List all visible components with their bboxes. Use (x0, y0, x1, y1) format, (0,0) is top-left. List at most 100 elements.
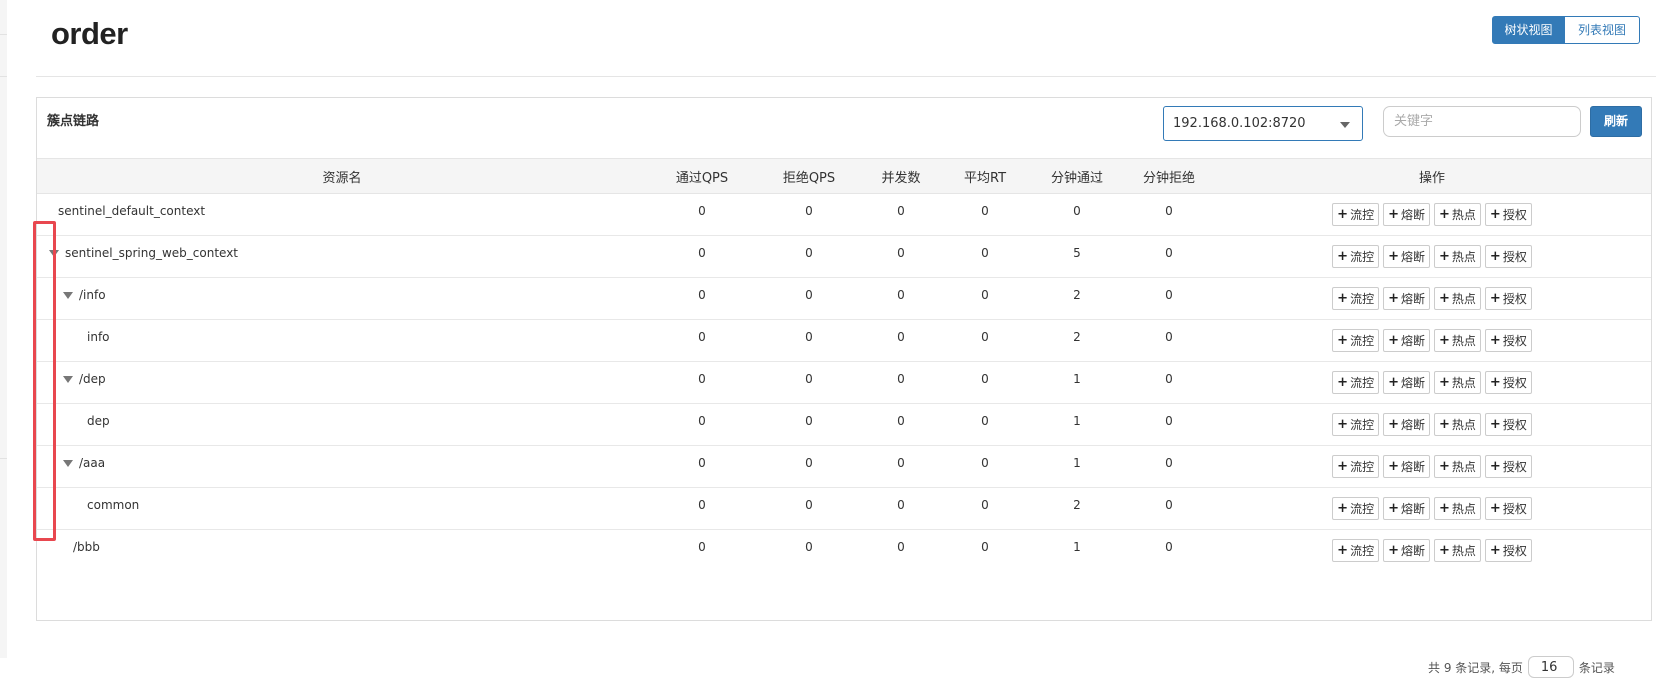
plus-icon: + (1489, 417, 1501, 432)
hot-param-button[interactable]: + 热点 (1434, 539, 1481, 562)
avg-rt-cell: 0 (981, 288, 989, 302)
hot-param-button[interactable]: + 热点 (1434, 245, 1481, 268)
resource-name-cell: /aaa (37, 446, 647, 487)
actions-cell: + 流控 + 熔断 + 热点 + 授权 (1213, 194, 1651, 235)
block-qps-cell: 0 (805, 414, 813, 428)
minute-block-cell: 0 (1165, 456, 1173, 470)
flow-control-button[interactable]: + 流控 (1332, 329, 1380, 352)
authority-button[interactable]: + 授权 (1484, 287, 1532, 310)
column-header-avg-rt[interactable]: 平均RT (941, 159, 1029, 193)
actions-group: + 流控 + 熔断 + 热点 + 授权 (1332, 455, 1532, 478)
hot-param-button[interactable]: + 热点 (1434, 203, 1481, 226)
page-title: order (51, 16, 128, 51)
degrade-button[interactable]: + 熔断 (1383, 203, 1430, 226)
table-row: sentinel_spring_web_context 0 0 0 0 5 0 + 流控 + 熔断 +… (37, 236, 1651, 278)
list-view-button[interactable]: 列表视图 (1565, 16, 1640, 44)
flow-control-button[interactable]: + 流控 (1332, 287, 1380, 310)
threads-cell: 0 (897, 246, 905, 260)
minute-pass-cell: 2 (1073, 330, 1081, 344)
edge-divider (0, 458, 7, 459)
table-row: dep 0 0 0 0 1 0 + 流控 + 熔断 + 热点 + 授权 (37, 404, 1651, 446)
block-qps-cell: 0 (805, 372, 813, 386)
minute-pass-cell: 1 (1073, 456, 1081, 470)
authority-button[interactable]: + 授权 (1484, 371, 1532, 394)
plus-icon: + (1388, 291, 1399, 306)
flow-control-button[interactable]: + 流控 (1332, 497, 1380, 520)
refresh-button[interactable]: 刷新 (1590, 106, 1642, 137)
resource-name: /info (79, 288, 106, 302)
button-label: 热点 (1451, 376, 1476, 390)
authority-button[interactable]: + 授权 (1484, 203, 1532, 226)
column-header-block-qps[interactable]: 拒绝QPS (757, 159, 861, 193)
pass-qps-cell: 0 (698, 288, 706, 302)
plus-icon: + (1388, 207, 1399, 222)
degrade-button[interactable]: + 熔断 (1383, 539, 1430, 562)
plus-icon: + (1489, 375, 1501, 390)
threads-cell: 0 (897, 330, 905, 344)
resource-name-cell: sentinel_spring_web_context (37, 236, 647, 277)
column-header-pass-qps[interactable]: 通过QPS (647, 159, 757, 193)
actions-cell: + 流控 + 熔断 + 热点 + 授权 (1213, 362, 1651, 403)
degrade-button[interactable]: + 熔断 (1383, 245, 1430, 268)
button-label: 授权 (1502, 502, 1527, 516)
column-header-minute-block[interactable]: 分钟拒绝 (1125, 159, 1213, 193)
caret-down-icon[interactable] (63, 376, 73, 383)
hot-param-button[interactable]: + 热点 (1434, 455, 1481, 478)
edge-divider (0, 76, 7, 77)
degrade-button[interactable]: + 熔断 (1383, 497, 1430, 520)
authority-button[interactable]: + 授权 (1484, 329, 1532, 352)
column-header-minute-pass[interactable]: 分钟通过 (1029, 159, 1125, 193)
plus-icon: + (1337, 291, 1349, 306)
degrade-button[interactable]: + 熔断 (1383, 329, 1430, 352)
flow-control-button[interactable]: + 流控 (1332, 455, 1380, 478)
authority-button[interactable]: + 授权 (1484, 455, 1532, 478)
flow-control-button[interactable]: + 流控 (1332, 245, 1380, 268)
table-header: 资源名 通过QPS 拒绝QPS 并发数 平均RT 分钟通过 分钟拒绝 操作 (37, 158, 1651, 194)
flow-control-button[interactable]: + 流控 (1332, 413, 1380, 436)
button-label: 流控 (1350, 208, 1375, 222)
hot-param-button[interactable]: + 热点 (1434, 413, 1481, 436)
hot-param-button[interactable]: + 热点 (1434, 287, 1481, 310)
minute-pass-cell: 1 (1073, 540, 1081, 554)
column-header-threads[interactable]: 并发数 (861, 159, 941, 193)
plus-icon: + (1439, 249, 1450, 264)
authority-button[interactable]: + 授权 (1484, 539, 1532, 562)
caret-down-icon[interactable] (63, 292, 73, 299)
authority-button[interactable]: + 授权 (1484, 245, 1532, 268)
resource-name: /aaa (79, 456, 106, 470)
table-row: /dep 0 0 0 0 1 0 + 流控 + 熔断 + 热点 + 授权 (37, 362, 1651, 404)
degrade-button[interactable]: + 熔断 (1383, 287, 1430, 310)
page-size-input[interactable] (1527, 656, 1574, 678)
button-label: 热点 (1451, 418, 1476, 432)
tree-view-button[interactable]: 树状视图 (1492, 16, 1565, 44)
degrade-button[interactable]: + 熔断 (1383, 455, 1430, 478)
resource-name: common (87, 498, 140, 512)
flow-control-button[interactable]: + 流控 (1332, 539, 1380, 562)
hot-param-button[interactable]: + 热点 (1434, 371, 1481, 394)
plus-icon: + (1337, 375, 1349, 390)
degrade-button[interactable]: + 熔断 (1383, 413, 1430, 436)
flow-control-button[interactable]: + 流控 (1332, 371, 1380, 394)
button-label: 流控 (1350, 460, 1375, 474)
authority-button[interactable]: + 授权 (1484, 497, 1532, 520)
actions-cell: + 流控 + 熔断 + 热点 + 授权 (1213, 320, 1651, 361)
flow-control-button[interactable]: + 流控 (1332, 203, 1380, 226)
resource-name: /dep (79, 372, 106, 386)
degrade-button[interactable]: + 熔断 (1383, 371, 1430, 394)
authority-button[interactable]: + 授权 (1484, 413, 1532, 436)
button-label: 热点 (1451, 544, 1476, 558)
machine-select[interactable]: 192.168.0.102:8720 (1163, 106, 1363, 141)
plus-icon: + (1489, 501, 1501, 516)
plus-icon: + (1489, 459, 1501, 474)
caret-down-icon[interactable] (63, 460, 73, 467)
caret-down-icon[interactable] (49, 250, 59, 257)
hot-param-button[interactable]: + 热点 (1434, 329, 1481, 352)
keyword-search-input[interactable] (1383, 106, 1581, 137)
actions-group: + 流控 + 熔断 + 热点 + 授权 (1332, 371, 1532, 394)
hot-param-button[interactable]: + 热点 (1434, 497, 1481, 520)
actions-group: + 流控 + 熔断 + 热点 + 授权 (1332, 287, 1532, 310)
button-label: 流控 (1350, 376, 1375, 390)
column-header-resource[interactable]: 资源名 (37, 159, 647, 193)
table-row: /info 0 0 0 0 2 0 + 流控 + 熔断 + 热点 + 授权 (37, 278, 1651, 320)
column-header-actions: 操作 (1418, 170, 1445, 186)
